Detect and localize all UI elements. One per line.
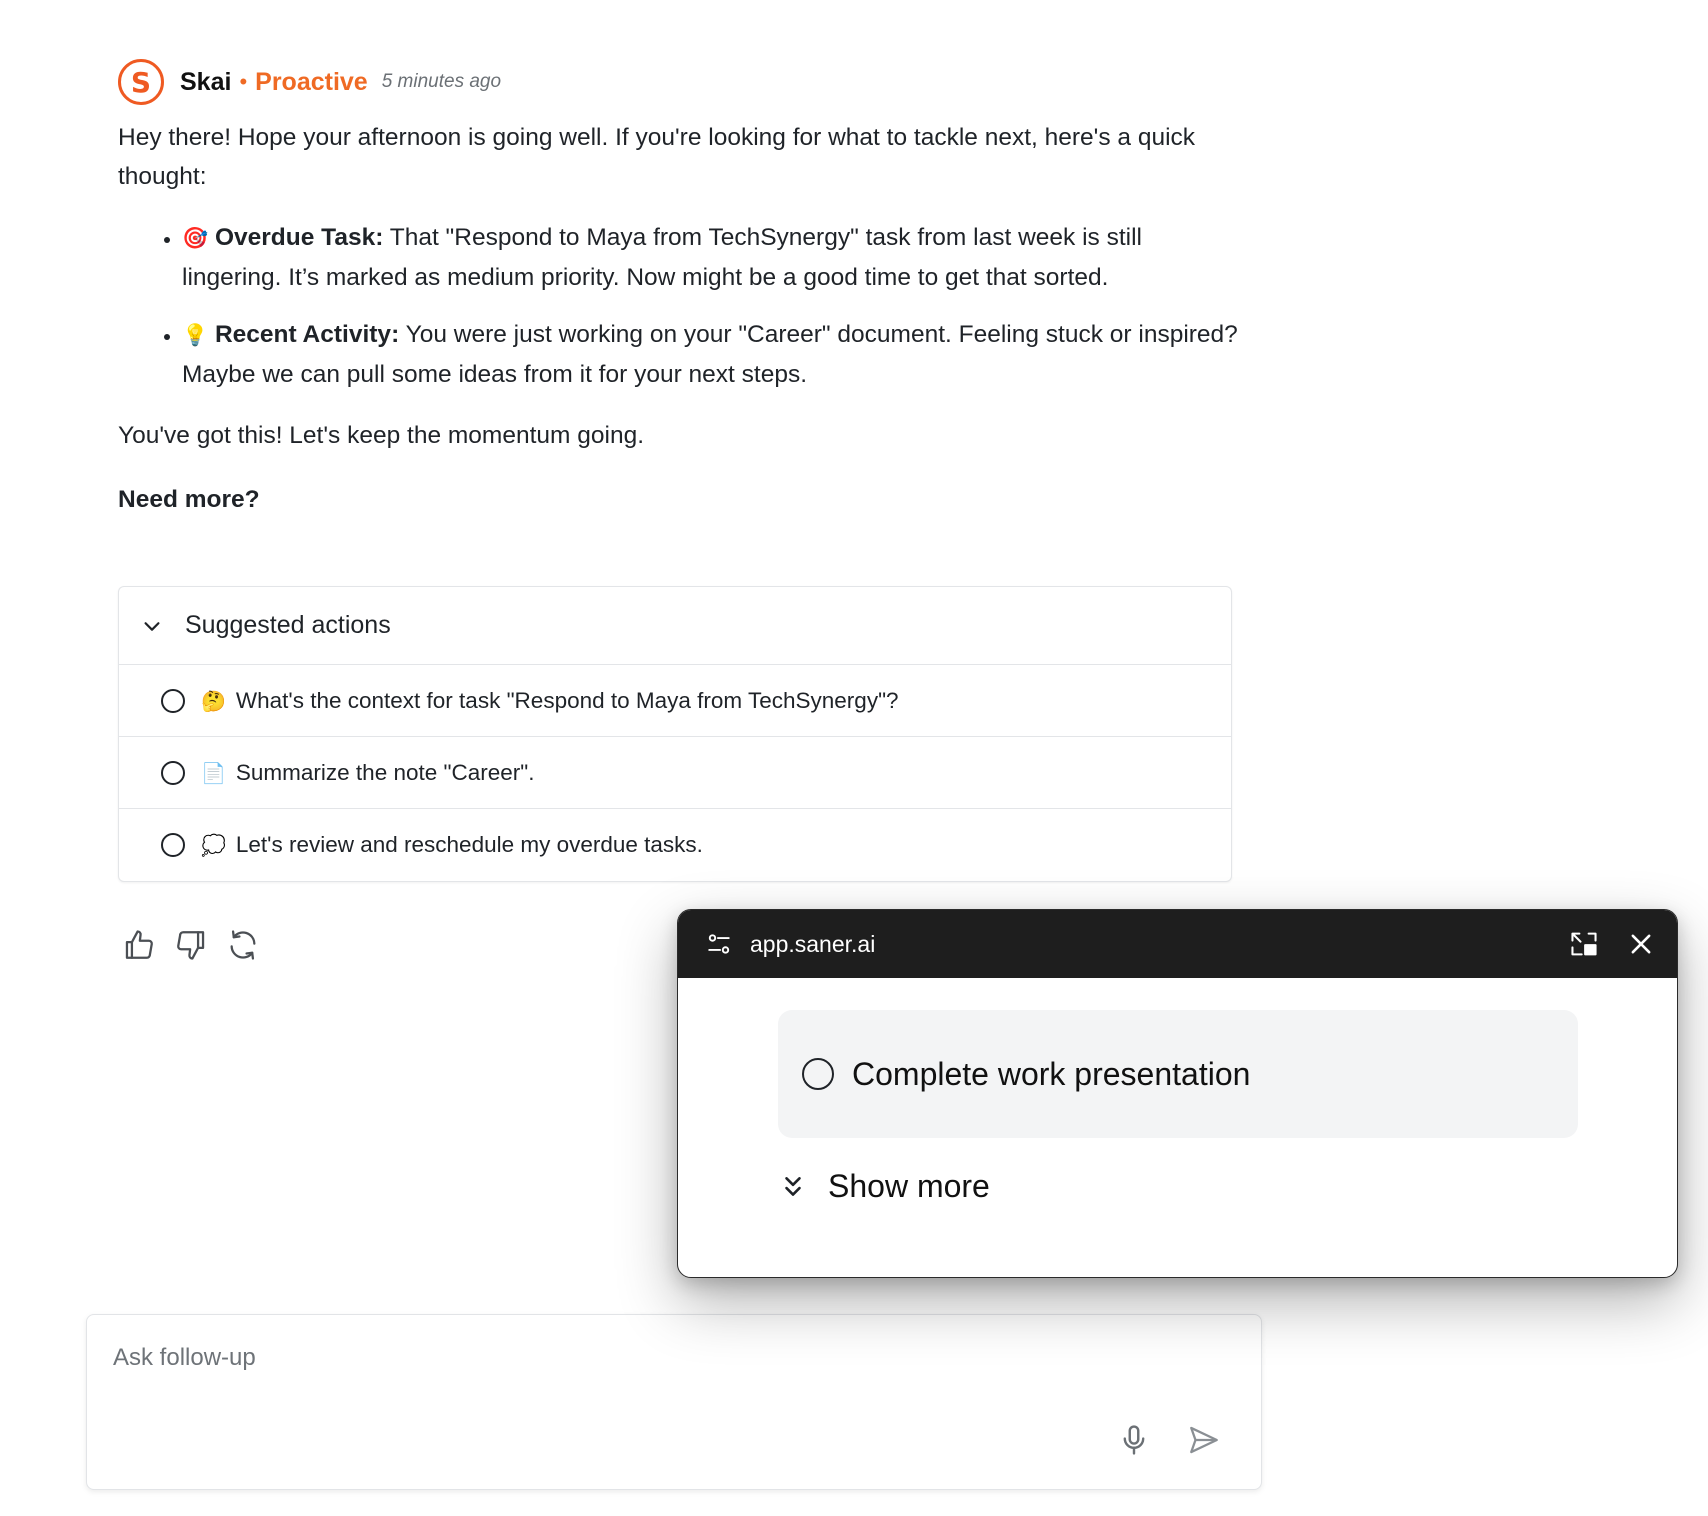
thumbs-up-icon[interactable] [122, 928, 156, 962]
follow-up-input[interactable] [111, 1343, 1011, 1373]
thought-bubble-icon: 💭 [201, 833, 226, 857]
suggested-actions-panel: Suggested actions 🤔 What's the context f… [118, 586, 1232, 882]
show-more-button[interactable]: Show more [782, 1168, 990, 1205]
double-chevron-down-icon [785, 1176, 801, 1196]
sender-name: Skai [180, 67, 232, 96]
separator-dot: • [239, 69, 248, 94]
closing-text: You've got this! Let's keep the momentum… [118, 422, 644, 449]
task-title: Complete work presentation [852, 1055, 1251, 1092]
lightbulb-icon: 💡 [182, 323, 209, 347]
bullet-list: 🎯 Overdue Task: That "Respond to Maya fr… [118, 218, 1248, 394]
suggested-actions-title: Suggested actions [185, 611, 391, 639]
bullet-overdue-task: 🎯 Overdue Task: That "Respond to Maya fr… [182, 218, 1248, 297]
close-icon[interactable] [1627, 930, 1655, 958]
suggested-action-item[interactable]: 💭 Let's review and reschedule my overdue… [119, 809, 1231, 881]
skai-avatar: S [118, 59, 164, 105]
suggested-action-text: What's the context for task "Respond to … [235, 687, 899, 713]
chevron-down-icon [144, 621, 160, 631]
regenerate-icon[interactable] [226, 928, 260, 962]
popup-url: app.saner.ai [750, 930, 876, 957]
suggested-action-text: Let's review and reschedule my overdue t… [235, 832, 703, 857]
message-body: Hey there! Hope your afternoon is going … [118, 118, 1248, 519]
feedback-bar [122, 928, 260, 962]
bullet-recent-activity: 💡 Recent Activity: You were just working… [182, 315, 1248, 394]
thinking-face-icon: 🤔 [201, 688, 226, 713]
popup-titlebar: app.saner.ai [678, 910, 1677, 978]
radio-circle-icon [161, 760, 185, 785]
timestamp: 5 minutes ago [381, 71, 502, 92]
task-card[interactable]: Complete work presentation [778, 1010, 1578, 1138]
thumbs-down-icon[interactable] [174, 928, 208, 962]
bullet-label: Overdue Task: [214, 224, 384, 251]
message-header: S Skai • Proactive 5 minutes ago [118, 58, 501, 106]
site-settings-icon[interactable] [706, 931, 732, 957]
show-more-label: Show more [828, 1168, 990, 1204]
follow-up-composer [86, 1314, 1262, 1490]
suggested-action-text: Summarize the note "Career". [235, 759, 535, 785]
document-icon: 📄 [201, 760, 226, 785]
suggested-actions-toggle[interactable]: Suggested actions [119, 587, 1231, 665]
back-to-tab-icon[interactable] [1569, 930, 1599, 958]
target-icon: 🎯 [182, 226, 209, 250]
task-checkbox[interactable] [802, 1058, 834, 1090]
radio-circle-icon [161, 833, 185, 857]
suggested-action-item[interactable]: 📄 Summarize the note "Career". [119, 737, 1231, 809]
send-icon[interactable] [1187, 1423, 1221, 1457]
intro-text: Hey there! Hope your afternoon is going … [118, 124, 1196, 190]
suggested-action-item[interactable]: 🤔 What's the context for task "Respond t… [119, 665, 1231, 737]
microphone-icon[interactable] [1117, 1423, 1151, 1457]
mode-label: Proactive [255, 67, 368, 96]
need-more-heading: Need more? [118, 486, 260, 513]
chat-page: S Skai • Proactive 5 minutes ago Hey the… [0, 0, 1708, 1516]
radio-circle-icon [161, 688, 185, 713]
floating-popup-window: app.saner.ai Complete work presentation … [677, 909, 1678, 1278]
bullet-label: Recent Activity: [214, 321, 400, 348]
